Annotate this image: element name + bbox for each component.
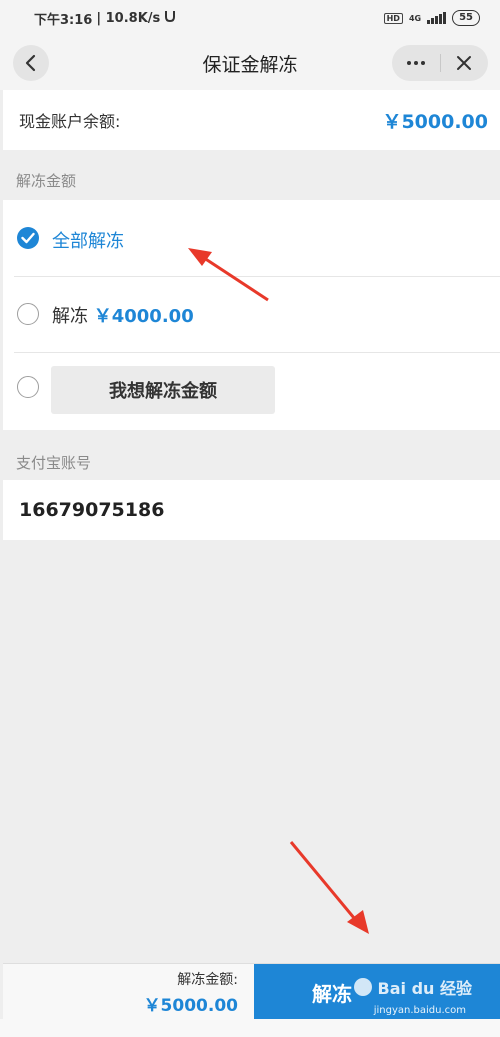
bottom-strip xyxy=(0,1019,500,1037)
watermark: Bai du 经验 xyxy=(353,975,472,999)
alipay-account-value: 16679075186 xyxy=(19,499,165,521)
unfreeze-submit-label: 解冻 xyxy=(312,981,352,1006)
balance-row: 现金账户余额: ￥5000.00 xyxy=(3,90,500,150)
watermark-url: jingyan.baidu.com xyxy=(373,1005,466,1016)
nav-bar: 保证金解冻 xyxy=(0,36,500,90)
bottom-summary: 解冻金额: ￥5000.00 xyxy=(3,964,250,1020)
bottom-amount-label: 解冻金额: xyxy=(177,971,238,988)
status-speed: | 10.8K/s xyxy=(96,10,161,26)
option-full-unfreeze[interactable]: 全部解冻 xyxy=(0,200,497,276)
paw-icon xyxy=(353,978,372,996)
custom-amount-button[interactable]: 我想解冻金额 xyxy=(51,366,275,414)
more-button[interactable] xyxy=(392,45,440,81)
annotation-arrow xyxy=(289,841,369,934)
battery-icon: 55 xyxy=(452,10,480,26)
close-icon xyxy=(457,56,472,70)
notification-icon xyxy=(164,10,176,26)
balance-label: 现金账户余额: xyxy=(19,112,121,131)
option-partial-unfreeze[interactable]: 解冻 ￥4000.00 xyxy=(0,277,497,353)
hd-badge: HD xyxy=(383,12,403,24)
more-icon xyxy=(406,61,425,65)
unfreeze-section-heading: 解冻金额 xyxy=(16,172,77,190)
status-time: 下午3:16 xyxy=(34,12,93,28)
bottom-amount-value: ￥5000.00 xyxy=(143,995,238,1016)
watermark-brand: Bai du 经验 xyxy=(377,979,472,998)
option-partial-unfreeze-amount: ￥4000.00 xyxy=(93,306,194,327)
network-label: 4G xyxy=(408,13,422,23)
option-partial-unfreeze-label: 解冻 xyxy=(52,306,88,327)
close-button[interactable] xyxy=(441,45,489,81)
status-bar: 下午3:16 | 10.8K/s HD 4G 55 xyxy=(0,0,500,36)
radio-icon[interactable] xyxy=(17,303,39,325)
alipay-section-heading: 支付宝账号 xyxy=(16,454,92,472)
alipay-account-row: 16679075186 xyxy=(3,480,500,540)
capsule-actions xyxy=(392,45,488,81)
radio-icon[interactable] xyxy=(17,376,39,398)
checked-radio-icon[interactable] xyxy=(17,227,39,249)
option-partial-unfreeze-text: 解冻 ￥4000.00 xyxy=(52,302,194,328)
balance-value: ￥5000.00 xyxy=(382,110,488,133)
option-full-unfreeze-label: 全部解冻 xyxy=(52,231,124,252)
signal-icon xyxy=(427,12,447,24)
